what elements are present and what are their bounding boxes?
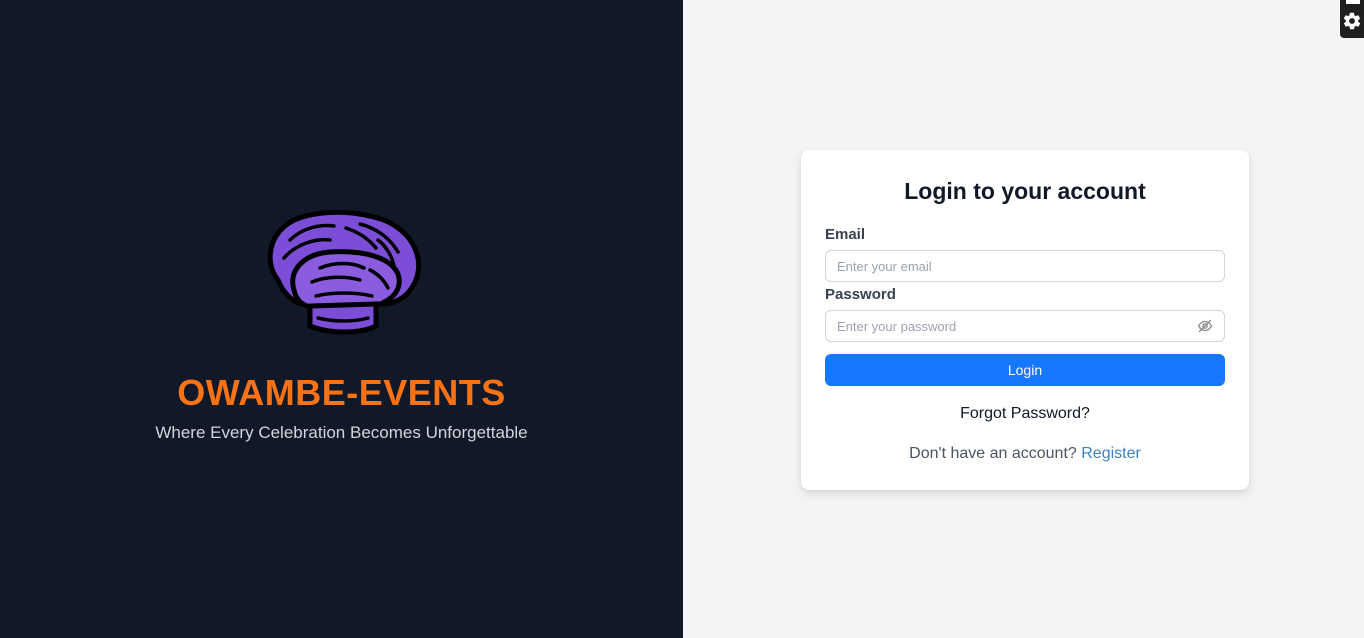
gear-icon[interactable] (1342, 11, 1362, 31)
login-button[interactable]: Login (825, 354, 1225, 386)
register-prompt: Don't have an account? (909, 445, 1077, 462)
password-label: Password (825, 286, 896, 303)
brand-name: OWAMBE-EVENTS (177, 372, 506, 413)
brand-panel: OWAMBE-EVENTS Where Every Celebration Be… (0, 0, 683, 638)
eye-off-icon[interactable] (1197, 318, 1213, 334)
mushroom-logo-icon (267, 210, 422, 335)
password-input[interactable] (825, 310, 1225, 342)
email-input[interactable] (825, 250, 1225, 282)
register-prompt-line: Don't have an account? Register (801, 445, 1249, 463)
widget-handle-bar (1346, 0, 1360, 4)
register-link[interactable]: Register (1081, 445, 1141, 462)
forgot-password-link[interactable]: Forgot Password? (801, 405, 1249, 423)
login-title: Login to your account (904, 178, 1146, 204)
brand-tagline: Where Every Celebration Becomes Unforget… (155, 423, 528, 442)
email-label: Email (825, 226, 866, 243)
login-card: Login to your account Email Password Log… (801, 150, 1249, 490)
